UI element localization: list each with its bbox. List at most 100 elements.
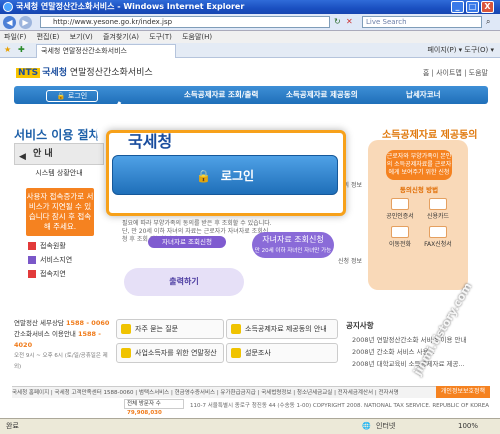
nav-consent[interactable]: 소득공제자료 제공동의 xyxy=(286,86,358,104)
legend-swatch-red xyxy=(28,242,36,250)
refresh-icon[interactable]: ↻ xyxy=(334,17,341,26)
legend-delay: 서비스지연 xyxy=(28,254,102,266)
print-button[interactable]: 출력하기 xyxy=(124,268,244,296)
menu-file[interactable]: 파일(F) xyxy=(4,33,26,41)
child-request-sub: 만 20세 이하 자녀인 자녀만 가능 xyxy=(254,248,332,254)
url-input[interactable]: http://www.yesone.go.kr/index.jsp xyxy=(40,16,330,28)
footer-address: 110-7 서울특별시 종로구 청진동 44 (수송동 1-00) COPYRI… xyxy=(190,403,489,409)
notice-tab-label: 안 내 xyxy=(33,149,53,159)
status-text: 완료 xyxy=(6,422,19,430)
fax-icon xyxy=(429,226,447,238)
quick-label: 사업소득자를 위한 연말정산 xyxy=(135,349,217,357)
menu-edit[interactable]: 편집(E) xyxy=(37,33,60,41)
credit-card-icon xyxy=(429,198,447,210)
logo-name: 국세청 xyxy=(42,68,67,78)
add-favorite-icon[interactable]: ✚ xyxy=(18,45,25,54)
search-input[interactable]: Live Search xyxy=(362,16,482,28)
contact-label: 연말정산 세무상담 xyxy=(14,319,64,327)
login-button[interactable]: 🔒 로그인 xyxy=(112,155,338,195)
business-income-button[interactable]: 사업소득자를 위한 연말정산 xyxy=(116,343,224,363)
survey-icon xyxy=(231,348,241,358)
command-bar[interactable]: 페이지(P) ▾ 도구(O) ▾ xyxy=(427,45,494,56)
contact-info: 연말정산 세무상담 1588 - 0060 간소화서비스 이용안내 1588 -… xyxy=(14,318,114,373)
method-phone[interactable]: 이동전화 xyxy=(386,226,414,248)
contact-label: 간소화서비스 이용안내 xyxy=(14,330,76,338)
phone-icon xyxy=(391,226,409,238)
top-links[interactable]: 홈 | 사이트맵 | 도움말 xyxy=(423,68,488,78)
menu-bar: 파일(F) 편집(E) 보기(V) 즐겨찾기(A) 도구(T) 도움말(H) xyxy=(0,31,500,43)
window-title: 국세청 연말정산간소화서비스 - Windows Internet Explor… xyxy=(16,2,245,11)
back-icon[interactable]: ◀ xyxy=(3,16,16,29)
minimize-button[interactable]: _ xyxy=(451,1,464,13)
favorites-star-icon[interactable]: ★ xyxy=(4,45,11,54)
legend-normal: 접속원활 xyxy=(28,240,102,252)
speaker-icon: ◀ xyxy=(19,152,26,162)
child-request-bubble[interactable]: 자녀자료 조회신청 만 20세 이하 자녀인 자녀만 가능 xyxy=(252,232,334,258)
visitor-counter: 전체 방문자 수 79,908,030 xyxy=(124,399,184,416)
notice-title: 공지사항 xyxy=(346,321,374,330)
zone-text: 인터넷 xyxy=(376,422,396,430)
visitor-count: 79,908,030 xyxy=(127,410,162,416)
method-label: FAX신청서 xyxy=(424,241,452,248)
logo-badge: NTS xyxy=(16,68,41,78)
address-bar: ◀ ▶ http://www.yesone.go.kr/index.jsp ↻ … xyxy=(0,14,500,31)
tab-current[interactable]: 국세청 연말정산간소화서비스 xyxy=(36,44,176,58)
status-bar: 완료 🌐 인터넷 100% xyxy=(0,418,500,434)
search-icon[interactable]: ⌕ xyxy=(486,17,490,27)
contact-number: 1588 - 0060 xyxy=(65,319,110,327)
status-label: 시스템 상황안내 xyxy=(35,169,83,177)
menu-view[interactable]: 보기(V) xyxy=(70,33,93,41)
method-fax[interactable]: FAX신청서 xyxy=(424,226,452,248)
consent-guide-button[interactable]: 소득공제자료 제공동의 안내 xyxy=(226,319,338,339)
legend-label: 서비스지연 xyxy=(40,256,73,264)
nav-lookup[interactable]: 소득공제자료 조회/출력 xyxy=(184,86,258,104)
nav-taxpayer[interactable]: 납세자코너 xyxy=(406,86,441,104)
menu-favorites[interactable]: 즐겨찾기(A) xyxy=(103,33,139,41)
child-request-title: 자녀자료 조회신청 xyxy=(262,235,324,244)
site-logo[interactable]: NTS 국세청 연말정산간소화서비스 xyxy=(16,64,153,82)
menu-tools[interactable]: 도구(T) xyxy=(149,33,172,41)
legend-label: 접속원활 xyxy=(40,242,66,250)
nav-login-label: 로그인 xyxy=(67,92,88,100)
method-label: 공인인증서 xyxy=(386,213,414,220)
consent-method-title: 동의신청 방법 xyxy=(399,186,439,194)
quick-label: 자주 묻는 질문 xyxy=(135,325,179,333)
consent-title: 소득공제자료 제공동의 xyxy=(382,130,478,141)
ie-icon xyxy=(3,2,13,12)
zoom-level[interactable]: 100% xyxy=(458,419,478,434)
maximize-button[interactable]: □ xyxy=(466,1,479,13)
notice-tab[interactable]: ◀ 안 내 xyxy=(14,143,104,165)
method-label: 신용카드 xyxy=(426,213,450,220)
legend-swatch-purple xyxy=(28,256,36,264)
tab-bar: ★ ✚ 국세청 연말정산간소화서비스 페이지(P) ▾ 도구(O) ▾ xyxy=(0,43,500,58)
zone-icon: 🌐 xyxy=(362,422,371,430)
lock-icon: 🔒 xyxy=(195,169,211,183)
survey-button[interactable]: 설문조사 xyxy=(226,343,338,363)
consent-description: 근로자와 부양가족이 본인의 소득공제자료를 근로자에게 보여주기 위한 신청 xyxy=(386,150,452,180)
window-titlebar: 국세청 연말정산간소화서비스 - Windows Internet Explor… xyxy=(0,0,500,14)
method-label: 이동전화 xyxy=(388,241,412,248)
faq-button[interactable]: 자주 묻는 질문 xyxy=(116,319,224,339)
legend-slow: 접속지연 xyxy=(28,268,102,280)
legend-swatch-red2 xyxy=(28,270,36,278)
menu-help[interactable]: 도움말(H) xyxy=(182,33,212,41)
service-name: 연말정산간소화서비스 xyxy=(69,68,153,78)
legend-label: 접속지연 xyxy=(40,270,66,278)
quick-label: 설문조사 xyxy=(245,349,271,357)
certificate-icon xyxy=(391,198,409,210)
method-credit-card[interactable]: 신용카드 xyxy=(424,198,452,220)
footer-links[interactable]: 국세청 홈페이지 | 국세청 고객만족센터 1588-0060 | 범택스서비스… xyxy=(12,386,488,398)
service-title: 서비스 이용 절차 xyxy=(14,128,100,142)
forward-icon[interactable]: ▶ xyxy=(19,16,32,29)
close-button[interactable]: X xyxy=(481,1,494,13)
faq-icon xyxy=(121,324,131,334)
method-certificate[interactable]: 공인인증서 xyxy=(386,198,414,220)
quick-label: 소득공제자료 제공동의 안내 xyxy=(245,325,327,333)
request-info-label: 신청 정보 xyxy=(338,258,362,265)
visitor-label: 전체 방문자 수 xyxy=(127,401,161,407)
stop-icon[interactable]: ✕ xyxy=(346,17,353,26)
child-lookup-button[interactable]: 자녀자료 조회신청 xyxy=(148,236,226,248)
nav-login-button[interactable]: 🔒 로그인 xyxy=(46,90,98,102)
business-icon xyxy=(121,348,131,358)
status-warning: 사용자 접속증가로 서비스가 지연될 수 있습니다 잠시 후 접속해 주세요. xyxy=(26,188,94,236)
